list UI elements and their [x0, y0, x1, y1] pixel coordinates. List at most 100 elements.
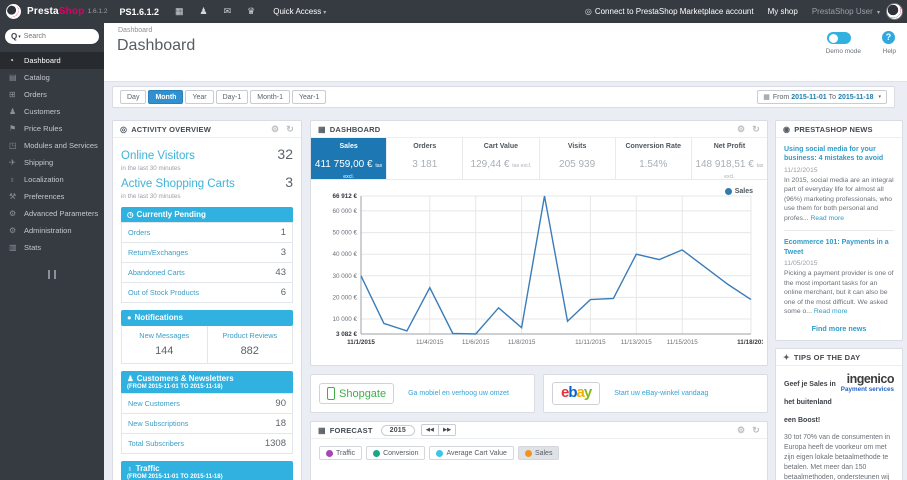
kpi-orders[interactable]: Orders 3 181	[386, 138, 462, 179]
filter-month-button[interactable]: Month	[148, 90, 184, 104]
notifications-header: ● Notifications	[121, 310, 293, 326]
shop-name[interactable]: PS1.6.1.2	[119, 7, 159, 17]
date-filter-bar: Day Month Year Day-1 Month-1 Year-1 ▦ Fr…	[112, 86, 895, 108]
search-icon: Q	[11, 32, 18, 41]
sidebar-item-catalog[interactable]: ▤ Catalog	[0, 69, 104, 86]
pending-row-out-of-stock: Out of Stock Products 6	[121, 282, 293, 303]
rss-icon: ◉	[783, 124, 791, 134]
filter-year-1-button[interactable]: Year-1	[291, 90, 327, 104]
kpi-sales[interactable]: Sales 411 759,00 € tax excl.	[311, 138, 387, 180]
sidebar-item-localization[interactable]: ♁ Localization	[0, 171, 104, 188]
kpi-tabs: Sales 411 759,00 € tax excl. Orders 3 181 …	[311, 138, 767, 180]
previous-year-button[interactable]: ◀◀	[421, 424, 440, 436]
svg-text:11/6/2015: 11/6/2015	[462, 339, 490, 346]
pending-row-returns: Return/Exchanges 3	[121, 242, 293, 263]
forecast-sales-toggle[interactable]: Sales	[517, 446, 560, 460]
shopgate-link[interactable]: Ga mobiel en verhoog uw omzet	[408, 390, 509, 397]
filter-month-1-button[interactable]: Month-1	[250, 90, 290, 104]
version-label: 1.6.1.2	[87, 8, 108, 15]
sidebar-collapse-button[interactable]	[48, 270, 56, 279]
prestashop-logo-icon	[6, 4, 21, 19]
customers-quick-icon[interactable]: ♟	[200, 6, 208, 17]
sidebar-item-orders[interactable]: ⊞ Orders	[0, 86, 104, 103]
read-more-link[interactable]: Read more	[814, 308, 848, 315]
news-article-link[interactable]: Using social media for your business: 4 …	[784, 145, 894, 164]
panel-title: ACTIVITY OVERVIEW	[131, 124, 211, 134]
customers-icon: ♟	[9, 107, 17, 116]
demo-mode-toggle[interactable]	[827, 32, 851, 44]
next-year-button[interactable]: ▶▶	[439, 424, 457, 436]
sidebar-item-customers[interactable]: ♟ Customers	[0, 103, 104, 120]
search-input[interactable]	[23, 33, 84, 40]
sidebar-item-advanced-parameters[interactable]: ⚙ Advanced Parameters	[0, 205, 104, 222]
ebay-logo[interactable]: ebay	[552, 382, 601, 405]
calendar-icon: ▦	[763, 94, 770, 101]
forecast-conversion-toggle[interactable]: Conversion	[366, 446, 426, 460]
sidebar-item-preferences[interactable]: ⚒ Preferences	[0, 188, 104, 205]
sidebar-item-dashboard[interactable]: ◔ Dashboard	[0, 52, 104, 69]
clock-icon: ◷	[127, 210, 134, 219]
date-range-picker[interactable]: ▦ From 2015-11-01 To 2015-11-18 ▾	[757, 90, 887, 104]
conversion-dot-icon	[373, 449, 381, 457]
kpi-cart-value[interactable]: Cart Value 129,44 € tax excl.	[462, 138, 538, 179]
sidebar-item-shipping[interactable]: ✈ Shipping	[0, 154, 104, 171]
quick-access-menu[interactable]: Quick Access ▾	[273, 7, 326, 16]
help-icon[interactable]: ?	[882, 31, 895, 44]
sidebar-search[interactable]: Q ▾	[5, 29, 99, 44]
pending-row-orders: Orders 1	[121, 222, 293, 243]
svg-text:11/13/2015: 11/13/2015	[621, 339, 653, 346]
shopgate-logo[interactable]: Shopgate	[319, 383, 395, 404]
news-article-date: 11/12/2015	[784, 166, 818, 174]
kpi-visits[interactable]: Visits 205 939	[538, 138, 615, 179]
panel-title: PRESTASHOP NEWS	[794, 124, 873, 134]
active-carts-link[interactable]: Active Shopping Carts	[121, 178, 235, 190]
ingenico-logo[interactable]: ingenico Payment services	[841, 373, 895, 393]
kpi-conversion-rate[interactable]: Conversion Rate 1.54%	[614, 138, 691, 179]
panel-title: DASHBOARD	[329, 124, 381, 134]
gear-icon[interactable]: ⚙	[737, 425, 745, 436]
page-title: Dashboard	[117, 37, 196, 54]
gear-icon[interactable]: ⚙	[737, 124, 745, 135]
shopgate-banner: Shopgate Ga mobiel en verhoog uw omzet	[310, 374, 535, 413]
filter-day-1-button[interactable]: Day-1	[215, 90, 249, 104]
new-messages-cell: New Messages 144	[139, 331, 190, 357]
read-more-link[interactable]: Read more	[810, 215, 844, 222]
cogs-icon: ⚙	[9, 209, 17, 218]
avatar[interactable]	[886, 3, 903, 20]
online-visitors-metric: Online Visitors in the last 30 minutes 3…	[121, 146, 293, 172]
kpi-net-profit[interactable]: Net Profit 148 918,51 € tax excl.	[690, 138, 767, 180]
prestashop-admin: PrestaShop 1.6.1.2 PS1.6.1.2 ▦ ♟ ✉ ♛ Qui…	[0, 0, 907, 480]
avg-cart-value-dot-icon	[436, 449, 444, 457]
sidebar-item-modules[interactable]: ◳ Modules and Services	[0, 137, 104, 154]
forecast-traffic-toggle[interactable]: Traffic	[319, 446, 363, 460]
chevron-down-icon: ▾	[878, 94, 881, 100]
sidebar-item-price-rules[interactable]: ⚑ Price Rules	[0, 120, 104, 137]
sidebar-item-stats[interactable]: ▥ Stats	[0, 239, 104, 256]
my-shop-link[interactable]: My shop	[768, 7, 798, 16]
news-article-link[interactable]: Ecommerce 101: Payments in a Tweet	[784, 238, 894, 257]
gear-icon[interactable]: ⚙	[271, 124, 279, 135]
filter-day-button[interactable]: Day	[120, 90, 147, 104]
product-reviews-cell: Product Reviews 882	[206, 326, 293, 363]
refresh-icon[interactable]: ↻	[286, 124, 294, 135]
marketplace-link[interactable]: ◎ Connect to PrestaShop Marketplace accou…	[585, 7, 754, 16]
sales-chart: 66 912 € 60 000 € 50 000 € 40 000 € 30 000 €…	[311, 180, 767, 365]
cart-icon[interactable]: ▦	[175, 6, 184, 17]
news-article: Ecommerce 101: Payments in a Tweet 11/05…	[784, 238, 894, 316]
online-visitors-link[interactable]: Online Visitors	[121, 150, 195, 162]
tip-body: 30 tot 70% van de consumenten in Europa …	[784, 434, 891, 480]
filter-year-button[interactable]: Year	[185, 90, 214, 104]
messages-icon[interactable]: ✉	[224, 6, 232, 17]
forecast-avg-cart-value-toggle[interactable]: Average Cart Value	[429, 446, 514, 460]
user-menu[interactable]: PrestaShop User ▾	[812, 7, 880, 16]
trophy-icon[interactable]: ♛	[247, 6, 255, 17]
panel-title: TIPS OF THE DAY	[793, 352, 861, 362]
ebay-link[interactable]: Start uw eBay-winkel vandaag	[614, 390, 708, 397]
sales-dot-icon	[524, 449, 532, 457]
refresh-icon[interactable]: ↻	[752, 425, 760, 436]
lightbulb-icon: ✦	[783, 352, 790, 362]
refresh-icon[interactable]: ↻	[752, 124, 760, 135]
new-customers-row: New Customers 90	[121, 393, 293, 414]
find-more-news-link[interactable]: Find more news	[776, 324, 902, 333]
sidebar-item-administration[interactable]: ⚙ Administration	[0, 222, 104, 239]
